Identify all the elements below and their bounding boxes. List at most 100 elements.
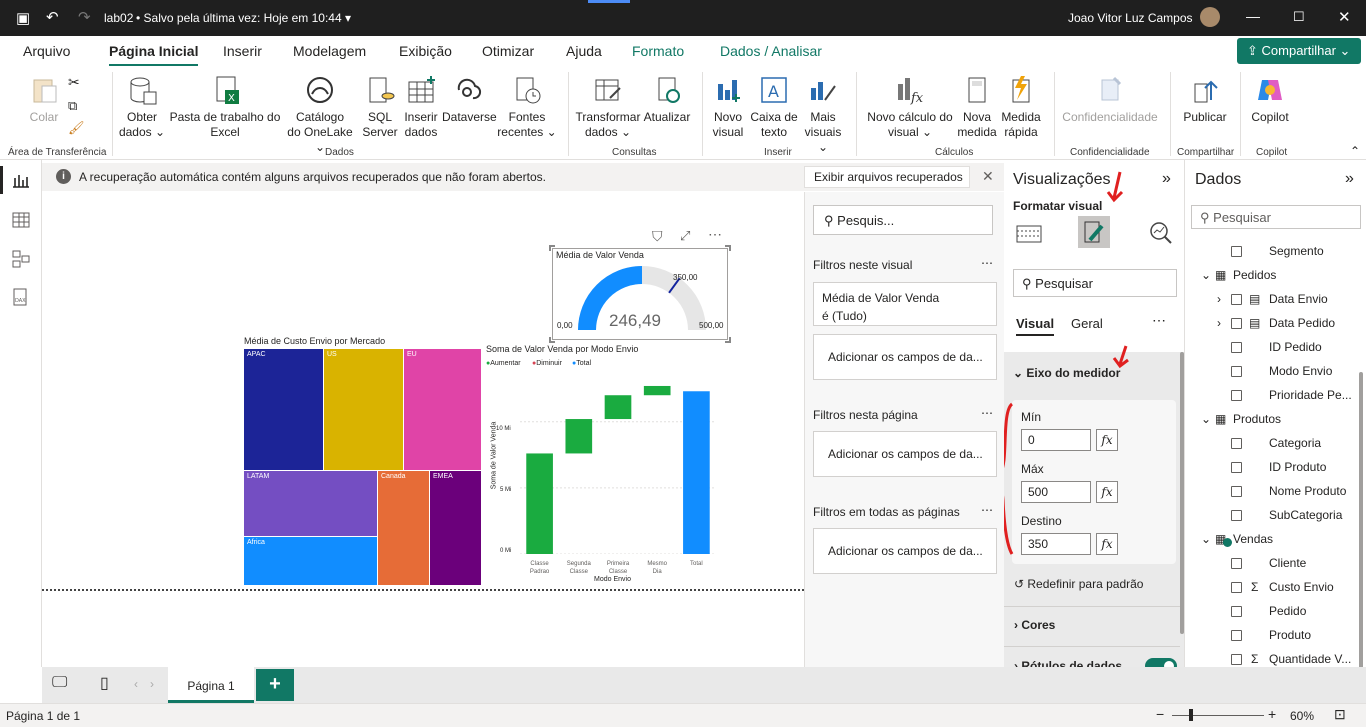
scrollbar[interactable] (1359, 372, 1363, 696)
tab-formato[interactable]: Formato (632, 43, 684, 59)
field-checkbox[interactable] (1231, 606, 1242, 617)
table-view-icon[interactable] (12, 212, 30, 228)
filter-card[interactable]: Média de Valor Venda é (Tudo) (813, 282, 997, 326)
copy-icon[interactable]: ⧉ (68, 98, 77, 114)
chevron-down-icon[interactable]: ⌄ (1201, 532, 1211, 546)
prev-page-icon[interactable]: ‹ (134, 677, 138, 691)
more-options-icon[interactable]: ⋯ (981, 256, 993, 270)
resize-handle[interactable] (725, 337, 731, 343)
field-checkbox[interactable] (1231, 582, 1242, 593)
chevron-right-icon[interactable]: › (1217, 292, 1221, 306)
chevron-down-icon[interactable]: ⌄ (1201, 268, 1211, 282)
report-canvas[interactable]: Média de Valor Venda 246,49 0,00 500,00 … (42, 192, 804, 590)
tab-modelagem[interactable]: Modelagem (293, 43, 366, 59)
saved-status[interactable]: • Salvo pela última vez: Hoje em 10:44 ▾ (136, 11, 351, 25)
copilot-button[interactable]: Copilot (1246, 74, 1294, 125)
waterfall-bar[interactable] (604, 395, 632, 420)
waterfall-bar[interactable] (565, 419, 593, 454)
add-field-drop[interactable]: Adicionar os campos de da... (813, 431, 997, 477)
chevron-right-icon[interactable]: › (1217, 316, 1221, 330)
field-checkbox[interactable] (1231, 390, 1242, 401)
sensitivity-button[interactable]: Confidencialidade (1058, 74, 1162, 125)
avatar[interactable] (1200, 7, 1220, 27)
more-options-icon[interactable]: ⋯ (981, 406, 993, 420)
field-checkbox[interactable] (1231, 318, 1242, 329)
chevron-down-icon[interactable]: ⌄ (1201, 412, 1211, 426)
sql-server-button[interactable]: SQL Server (360, 74, 400, 140)
filter-icon[interactable]: ⛉ (652, 228, 663, 245)
treemap-cell[interactable]: Africa (244, 537, 377, 585)
minimize-icon[interactable]: — (1246, 8, 1260, 24)
close-icon[interactable]: ✕ (1338, 8, 1351, 26)
new-visual-button[interactable]: Novo visual (708, 74, 748, 140)
more-visuals-button[interactable]: Mais visuais ⌄ (800, 74, 846, 155)
field-node[interactable]: Categoria (1185, 436, 1357, 456)
waterfall-visual[interactable]: Soma de Valor Venda por Modo Envio ●Aume… (486, 342, 718, 588)
field-checkbox[interactable] (1231, 486, 1242, 497)
waterfall-bar[interactable] (643, 385, 671, 396)
field-node[interactable]: Pedido (1185, 604, 1357, 624)
tab-otimizar[interactable]: Otimizar (482, 43, 534, 59)
redo-icon[interactable]: ↷ (78, 8, 91, 26)
share-button[interactable]: ⇪ Compartilhar ⌄ (1237, 38, 1361, 64)
data-search-input[interactable]: ⚲ Pesquisar (1191, 205, 1361, 229)
text-box-button[interactable]: A Caixa de texto (748, 74, 800, 140)
treemap-cell[interactable]: US (324, 349, 403, 470)
field-checkbox[interactable] (1231, 630, 1242, 641)
treemap-cell[interactable]: Canada (378, 471, 429, 585)
paste-button[interactable]: Colar (24, 74, 64, 125)
tab-inserir[interactable]: Inserir (223, 43, 262, 59)
add-page-button[interactable]: + (256, 669, 294, 701)
tab-ajuda[interactable]: Ajuda (566, 43, 602, 59)
field-node[interactable]: Cliente (1185, 556, 1357, 576)
save-icon[interactable]: ▣ (16, 9, 30, 27)
new-visual-calc-button[interactable]: fx Novo cálculo do visual ⌄ (862, 74, 958, 140)
undo-icon[interactable]: ↶ (46, 8, 59, 26)
report-view-icon[interactable] (12, 172, 30, 188)
quick-measure-button[interactable]: Medida rápida (998, 74, 1044, 140)
waterfall-bar[interactable] (526, 453, 553, 554)
tab-dados-analisar[interactable]: Dados / Analisar (720, 43, 822, 59)
gauge-visual[interactable]: Média de Valor Venda 246,49 0,00 500,00 … (549, 245, 731, 343)
field-node[interactable]: Modo Envio (1185, 364, 1357, 384)
model-view-icon[interactable] (12, 250, 30, 268)
treemap-visual[interactable]: Média de Custo Envio por Mercado APAC US… (244, 336, 484, 586)
zoom-thumb[interactable] (1189, 709, 1193, 721)
zoom-out-icon[interactable]: − (1156, 706, 1164, 722)
transform-data-button[interactable]: Transformar dados ⌄ (574, 74, 642, 140)
zoom-in-icon[interactable]: + (1268, 706, 1276, 722)
treemap-cell[interactable]: APAC (244, 349, 323, 470)
treemap-cell[interactable]: EMEA (430, 471, 481, 585)
field-node[interactable]: ID Pedido (1185, 340, 1357, 360)
field-node[interactable]: › ▤ Data Pedido (1185, 316, 1357, 336)
maximize-icon[interactable]: ☐ (1293, 9, 1305, 25)
field-checkbox[interactable] (1231, 366, 1242, 377)
excel-workbook-button[interactable]: X Pasta de trabalho do Excel (168, 74, 282, 140)
zoom-slider[interactable] (1172, 715, 1264, 716)
mobile-layout-icon[interactable]: ▯ (100, 673, 109, 693)
field-node[interactable]: Prioridade Pe... (1185, 388, 1357, 408)
desktop-layout-icon[interactable]: 🖵 (52, 674, 67, 692)
field-node[interactable]: SubCategoria (1185, 508, 1357, 528)
field-checkbox[interactable] (1231, 342, 1242, 353)
treemap-cell[interactable]: EU (404, 349, 481, 470)
field-node[interactable]: › ▤ Data Envio (1185, 292, 1357, 312)
field-checkbox[interactable] (1231, 558, 1242, 569)
field-node[interactable]: ID Produto (1185, 460, 1357, 480)
recent-sources-button[interactable]: Fontes recentes ⌄ (496, 74, 558, 140)
filter-search-input[interactable]: ⚲ Pesquis... (813, 205, 993, 235)
field-node[interactable]: Segmento (1185, 244, 1357, 264)
next-page-icon[interactable]: › (150, 677, 154, 691)
table-node[interactable]: ⌄ ▦ Vendas (1185, 532, 1357, 552)
field-checkbox[interactable] (1231, 462, 1242, 473)
cut-icon[interactable]: ✂ (68, 74, 80, 91)
new-measure-button[interactable]: Nova medida (956, 74, 998, 140)
table-node[interactable]: ⌄ ▦ Pedidos (1185, 268, 1357, 288)
field-node[interactable]: Nome Produto (1185, 484, 1357, 504)
focus-mode-icon[interactable]: ⤢ (680, 228, 690, 244)
dataverse-button[interactable]: Dataverse (442, 74, 497, 125)
table-node[interactable]: ⌄ ▦ Produtos (1185, 412, 1357, 432)
field-node[interactable]: Σ Custo Envio (1185, 580, 1357, 600)
tab-exibicao[interactable]: Exibição (399, 43, 452, 59)
get-data-button[interactable]: Obter dados ⌄ (116, 74, 168, 140)
